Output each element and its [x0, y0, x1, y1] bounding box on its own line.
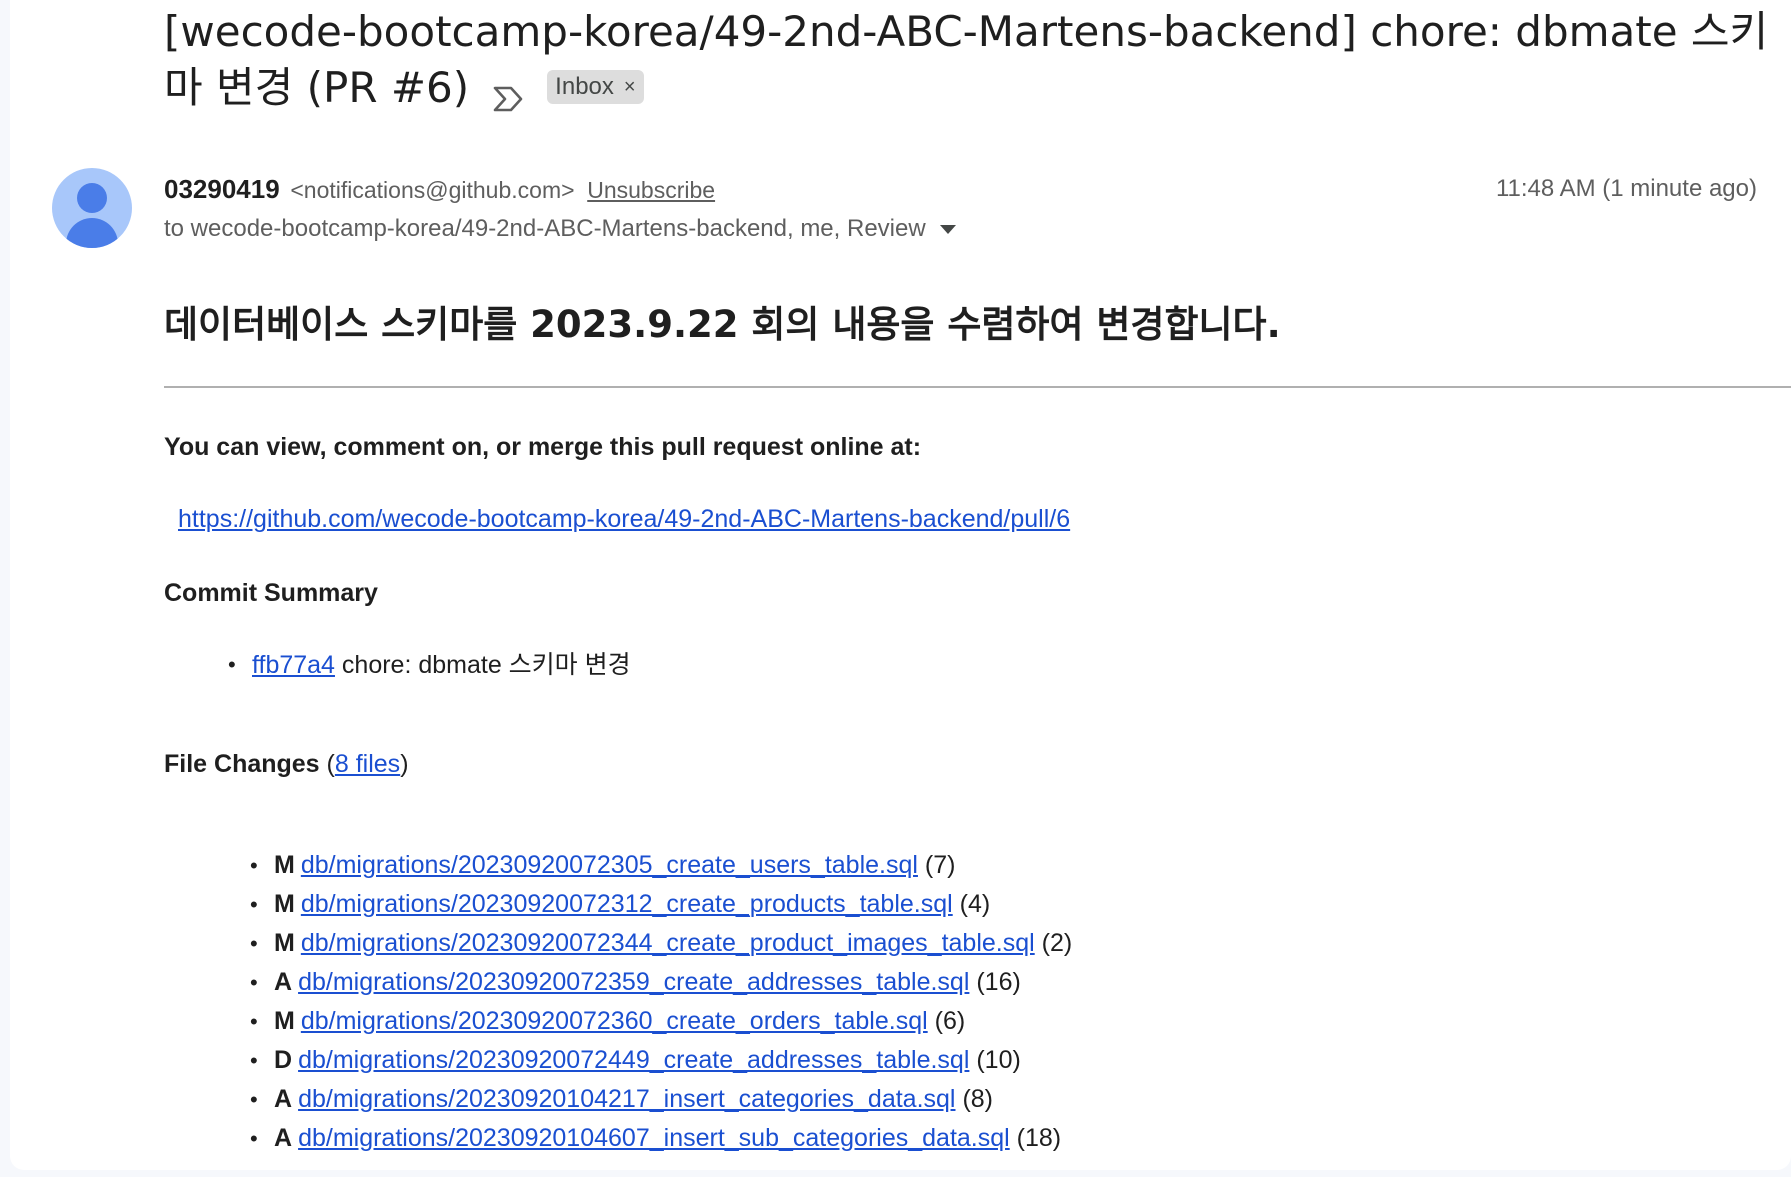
- inbox-label-text: Inbox: [555, 72, 614, 100]
- caret-down-icon[interactable]: [939, 224, 956, 234]
- file-change-item: Adb/migrations/20230920104607_insert_sub…: [250, 1119, 1072, 1158]
- sender-name[interactable]: 03290419: [164, 174, 280, 204]
- file-change-item: Mdb/migrations/20230920072305_create_use…: [250, 846, 1072, 885]
- message-timestamp[interactable]: 11:48 AM (1 minute ago): [1496, 172, 1757, 206]
- file-change-item: Mdb/migrations/20230920072312_create_pro…: [250, 885, 1072, 924]
- importance-marker-icon[interactable]: [491, 72, 525, 111]
- email-card: [wecode-bootcamp-korea/49-2nd-ABC-Marten…: [10, 0, 1791, 1170]
- commit-summary-heading: Commit Summary: [164, 579, 378, 607]
- file-path-link[interactable]: db/migrations/20230920072360_create_orde…: [301, 1007, 928, 1035]
- file-path-link[interactable]: db/migrations/20230920072312_create_prod…: [301, 890, 953, 918]
- file-status: M: [274, 929, 295, 957]
- file-changes-heading: File Changes (8 files): [164, 750, 409, 778]
- email-subject: [wecode-bootcamp-korea/49-2nd-ABC-Marten…: [164, 7, 1769, 112]
- email-body: 데이터베이스 스키마를 2023.9.22 회의 내용을 수렴하여 변경합니다.…: [164, 300, 1791, 1158]
- file-path-link[interactable]: db/migrations/20230920072359_create_addr…: [298, 968, 969, 996]
- recipients-text: to wecode-bootcamp-korea/49-2nd-ABC-Mart…: [164, 215, 926, 242]
- commit-message: chore: dbmate 스키마 변경: [341, 651, 631, 679]
- file-change-count: (10): [976, 1046, 1021, 1074]
- commit-list: ffb77a4 chore: dbmate 스키마 변경: [228, 648, 631, 682]
- person-avatar-icon: [77, 183, 107, 213]
- file-change-count: (7): [924, 851, 956, 879]
- unsubscribe-link[interactable]: Unsubscribe: [587, 177, 715, 203]
- sender-row: 03290419 <notifications@github.com> Unsu…: [164, 172, 715, 208]
- sender-avatar[interactable]: [52, 168, 132, 248]
- file-change-item: Adb/migrations/20230920072359_create_add…: [250, 963, 1072, 1002]
- file-status: D: [274, 1046, 293, 1074]
- remove-label-icon[interactable]: ×: [624, 70, 636, 104]
- file-change-item: Mdb/migrations/20230920072344_create_pro…: [250, 924, 1073, 963]
- file-path-link[interactable]: db/migrations/20230920072305_create_user…: [301, 851, 918, 879]
- file-change-count: (6): [934, 1007, 966, 1035]
- file-status: A: [274, 1085, 293, 1113]
- file-status: M: [274, 1007, 295, 1035]
- file-change-count: (2): [1041, 929, 1073, 957]
- file-change-item: Adb/migrations/20230920104217_insert_cat…: [250, 1080, 1072, 1119]
- view-pr-text: You can view, comment on, or merge this …: [164, 433, 922, 461]
- sender-email: <notifications@github.com>: [290, 177, 575, 203]
- file-changes-label: File Changes: [164, 750, 320, 778]
- file-path-link[interactable]: db/migrations/20230920104607_insert_sub_…: [298, 1124, 1010, 1152]
- file-path-link[interactable]: db/migrations/20230920072344_create_prod…: [301, 929, 1035, 957]
- file-status: A: [274, 1124, 293, 1152]
- file-change-count: (18): [1016, 1124, 1062, 1152]
- file-changes-list: Mdb/migrations/20230920072305_create_use…: [250, 846, 1073, 1158]
- pr-title: 데이터베이스 스키마를 2023.9.22 회의 내용을 수렴하여 변경합니다.: [164, 303, 1281, 346]
- file-path-link[interactable]: db/migrations/20230920072449_create_addr…: [298, 1046, 969, 1074]
- file-change-item: Ddb/migrations/20230920072449_create_add…: [250, 1041, 1072, 1080]
- file-change-count: (16): [976, 968, 1021, 996]
- commit-sha-link[interactable]: ffb77a4: [252, 651, 335, 679]
- inbox-label-chip[interactable]: Inbox ×: [547, 69, 644, 104]
- divider: [164, 386, 1791, 388]
- pr-url-link[interactable]: https://github.com/wecode-bootcamp-korea…: [178, 502, 1070, 536]
- file-status: A: [274, 968, 293, 996]
- file-change-count: (4): [959, 890, 991, 918]
- file-change-count: (8): [962, 1085, 993, 1113]
- file-count-link[interactable]: 8 files: [335, 750, 400, 778]
- file-status: M: [274, 890, 295, 918]
- file-status: M: [274, 851, 295, 879]
- file-path-link[interactable]: db/migrations/20230920104217_insert_cate…: [298, 1085, 955, 1113]
- recipients-row[interactable]: to wecode-bootcamp-korea/49-2nd-ABC-Mart…: [164, 212, 956, 246]
- email-subject-row: [wecode-bootcamp-korea/49-2nd-ABC-Marten…: [164, 4, 1784, 116]
- file-change-item: Mdb/migrations/20230920072360_create_ord…: [250, 1002, 1072, 1041]
- commit-item: ffb77a4 chore: dbmate 스키마 변경: [228, 648, 631, 682]
